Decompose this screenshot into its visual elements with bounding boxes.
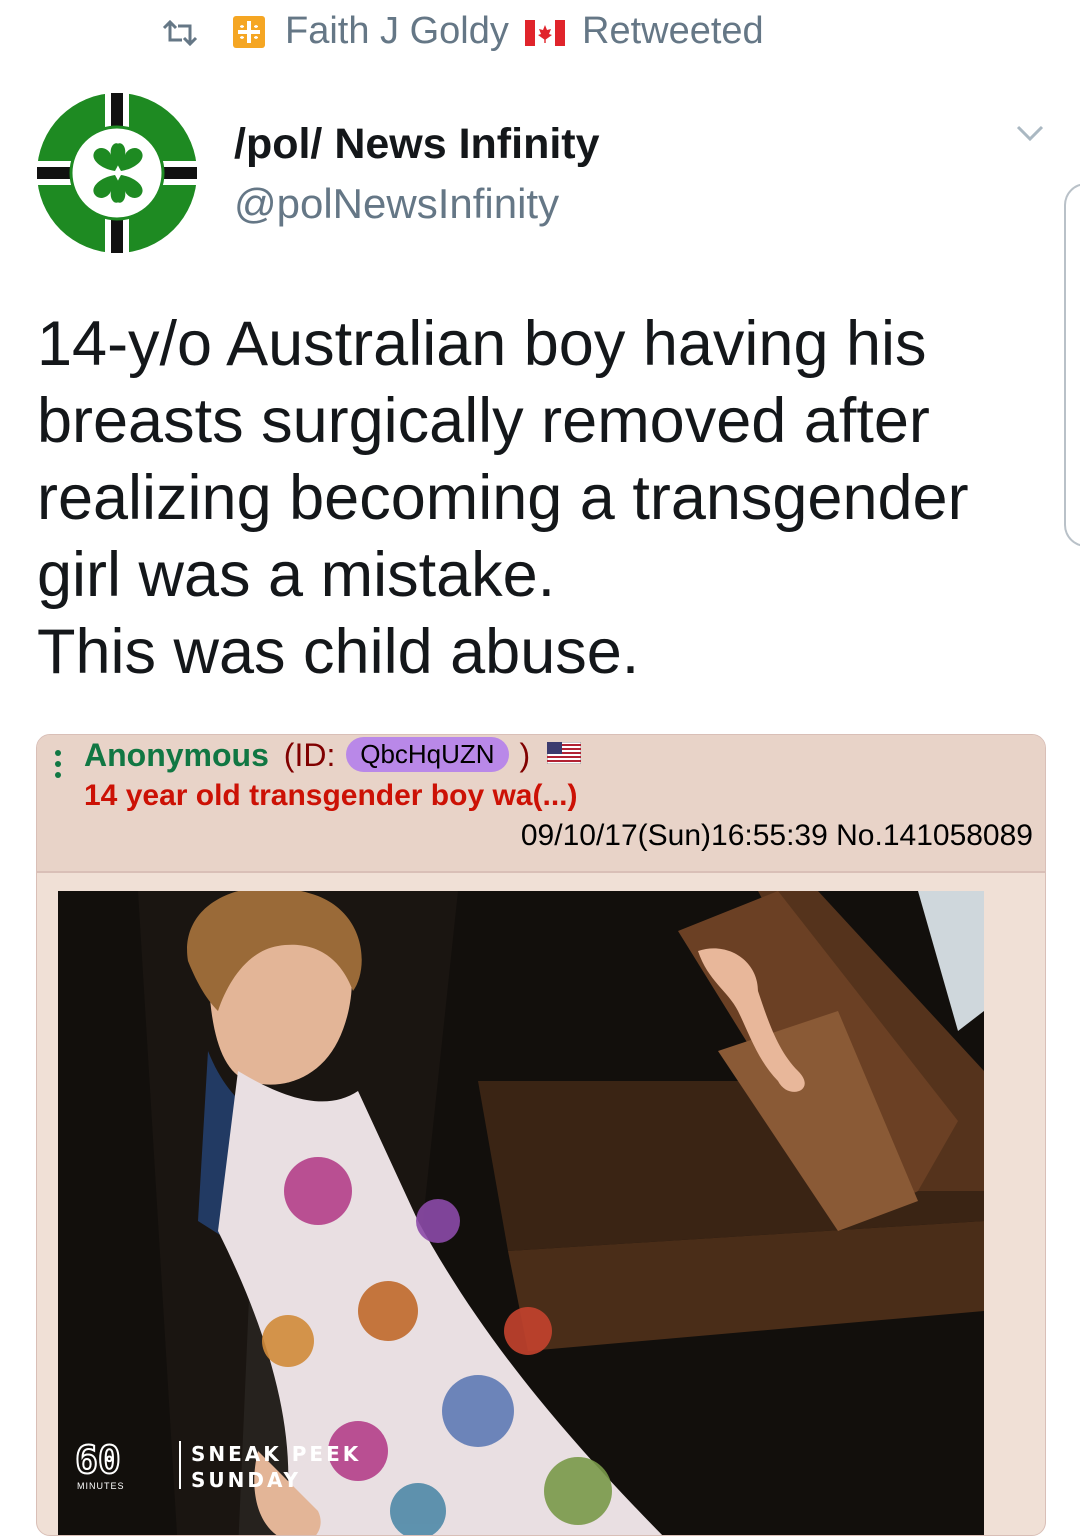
post-datetime: 09/10/17(Sun)16:55:39 [520, 819, 828, 852]
chevron-down-icon[interactable] [1010, 118, 1050, 148]
post-subject: 14 year old transgender boy wa(...) [84, 779, 578, 812]
kebab-menu-icon[interactable] [55, 747, 63, 783]
author-display-name[interactable]: /pol/ News Infinity [234, 120, 600, 169]
retweet-context: Faith J Goldy Retweeted [0, 0, 1080, 70]
author-handle[interactable]: @polNewsInfinity [234, 180, 559, 228]
retweeted-text: Retweeted [582, 10, 764, 52]
watermark-line1: SNEAK PEEK [191, 1442, 361, 1466]
retweet-icon [162, 19, 198, 47]
sixty-minutes-logo: 60 MINUTES SNEAK PEEK SUNDAY [74, 1437, 361, 1492]
author-avatar[interactable] [37, 93, 197, 253]
tv-watermark: 60 MINUTES SNEAK PEEK SUNDAY [74, 1435, 395, 1500]
retweeter-avatar[interactable] [233, 16, 265, 48]
scroll-indicator[interactable] [1064, 183, 1080, 547]
poster-id-badge: QbcHqUZN [346, 737, 509, 772]
retweet-label: Faith J Goldy Retweeted [285, 10, 764, 53]
poster-name: Anonymous [84, 737, 269, 773]
watermark-line2: SUNDAY [191, 1468, 301, 1492]
logo-sub: MINUTES [77, 1481, 125, 1491]
post-meta: 09/10/17(Sun)16:55:39 No.141058089 [521, 819, 1033, 853]
post-number[interactable]: No.141058089 [836, 819, 1033, 852]
poster-id-prefix: (ID: [283, 737, 336, 773]
logo-number: 60 [75, 1438, 121, 1482]
tweet-line: 14-y/o Australian boy having his breasts… [37, 309, 969, 610]
post-poster: Anonymous (ID: QbcHqUZN ) [84, 737, 582, 774]
retweeter-name[interactable]: Faith J Goldy [285, 10, 509, 52]
tweet-text: 14-y/o Australian boy having his breasts… [37, 306, 1037, 691]
imageboard-post-header: Anonymous (ID: QbcHqUZN ) 14 year old tr… [37, 735, 1045, 873]
poster-id-suffix: ) [519, 737, 531, 773]
attached-image-card[interactable]: Anonymous (ID: QbcHqUZN ) 14 year old tr… [36, 734, 1046, 1536]
canadian-flag-icon [525, 19, 566, 46]
tweet-line: This was child abuse. [37, 617, 640, 687]
us-flag-icon [547, 742, 582, 764]
